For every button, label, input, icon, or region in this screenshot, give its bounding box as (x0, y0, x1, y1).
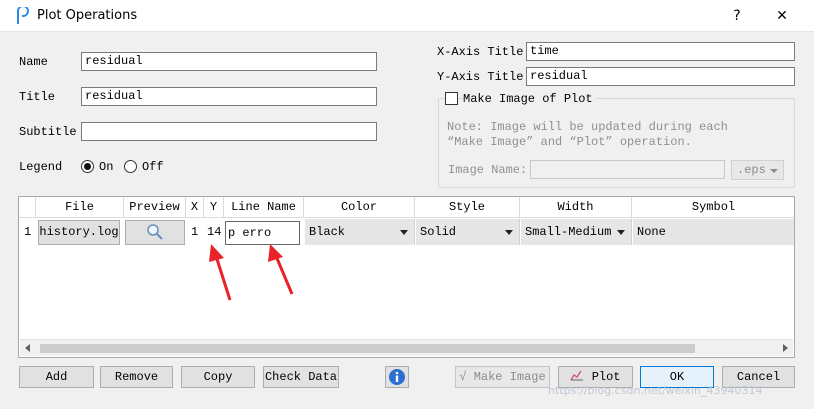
chevron-down-icon (505, 230, 513, 235)
column-header-y[interactable]: Y (204, 197, 224, 218)
watermark: https://blog.csdn.net/weixin_43940314 (548, 384, 763, 397)
column-header-symbol[interactable]: Symbol (632, 197, 794, 218)
make-image-label: Make Image of Plot (463, 92, 596, 106)
horizontal-scrollbar[interactable] (20, 339, 793, 356)
chart-icon (570, 370, 584, 381)
xaxis-label: X-Axis Title (437, 45, 524, 59)
file-button[interactable]: history.log (38, 220, 120, 245)
scroll-left-icon[interactable] (25, 344, 30, 352)
column-header-width[interactable]: Width (520, 197, 632, 218)
name-input[interactable]: residual (81, 52, 377, 71)
row-number: 1 (24, 225, 32, 239)
chevron-down-icon (617, 230, 625, 235)
note-line-2: “Make Image” and “Plot” operation. (447, 135, 692, 149)
subtitle-label: Subtitle (19, 125, 77, 139)
color-value: Black (309, 225, 346, 239)
symbol-value: None (637, 225, 666, 239)
chevron-down-icon (770, 169, 778, 173)
yaxis-label: Y-Axis Title (437, 70, 524, 84)
plot-table: File Preview X Y Line Name Color Style W… (18, 196, 795, 358)
symbol-select[interactable]: None (633, 219, 794, 245)
style-select[interactable]: Solid (416, 219, 520, 245)
title-input[interactable]: residual (81, 87, 377, 106)
info-button[interactable] (385, 366, 409, 388)
y-column-value[interactable]: 14 (207, 219, 225, 245)
title-bar: Plot Operations ? ✕ (0, 0, 814, 32)
plot-button-label: Plot (591, 370, 621, 384)
title-label: Title (19, 90, 56, 104)
check-icon: √ (459, 370, 474, 384)
add-button[interactable]: Add (19, 366, 94, 388)
make-image-checkbox[interactable] (445, 92, 458, 105)
column-header-preview[interactable]: Preview (124, 197, 186, 218)
image-name-input[interactable] (530, 160, 725, 179)
image-format-value: .eps (737, 163, 766, 177)
scroll-right-icon[interactable] (783, 344, 788, 352)
image-format-select[interactable]: .eps (731, 160, 784, 180)
preview-button[interactable] (125, 220, 185, 245)
info-icon (389, 369, 405, 385)
name-label: Name (19, 55, 48, 69)
note-line-1: Note: Image will be updated during each (447, 120, 728, 134)
magnifier-icon (147, 224, 163, 240)
subtitle-input[interactable] (81, 122, 377, 141)
width-select[interactable]: Small-Medium (521, 219, 632, 245)
column-header-file[interactable]: File (36, 197, 124, 218)
make-image-button[interactable]: √ Make Image (455, 366, 550, 388)
legend-on-label: On (99, 160, 114, 174)
help-button[interactable]: ? (717, 4, 757, 28)
width-value: Small-Medium (525, 225, 612, 239)
yaxis-input[interactable]: residual (526, 67, 795, 86)
column-header-x[interactable]: X (186, 197, 204, 218)
close-button[interactable]: ✕ (762, 4, 802, 28)
check-data-button[interactable]: Check Data (263, 366, 339, 388)
legend-off-label: Off (142, 160, 164, 174)
xaxis-input[interactable]: time (526, 42, 795, 61)
image-name-label: Image Name: (448, 163, 528, 177)
copy-button[interactable]: Copy (181, 366, 255, 388)
color-select[interactable]: Black (305, 219, 415, 245)
column-header-line-name[interactable]: Line Name (224, 197, 304, 218)
app-logo-icon (17, 7, 30, 24)
make-image-button-label: Make Image (473, 370, 546, 384)
x-column-value[interactable]: 1 (191, 219, 203, 245)
line-name-input[interactable]: p erro (225, 221, 300, 245)
scrollbar-thumb[interactable] (40, 344, 695, 353)
remove-button[interactable]: Remove (100, 366, 173, 388)
legend-label: Legend (19, 160, 63, 174)
row-number-header (19, 197, 36, 218)
column-header-color[interactable]: Color (304, 197, 415, 218)
column-header-style[interactable]: Style (415, 197, 520, 218)
chevron-down-icon (400, 230, 408, 235)
style-value: Solid (420, 225, 457, 239)
legend-on-radio[interactable] (81, 160, 94, 173)
legend-off-radio[interactable] (124, 160, 137, 173)
window-title: Plot Operations (37, 8, 138, 23)
